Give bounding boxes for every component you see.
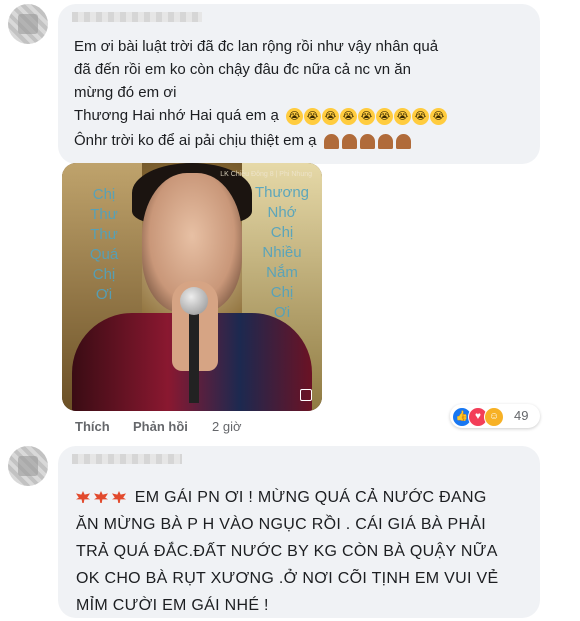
crying-emoji-row: 😭 😭 😭 😭 😭 😭 😭 😭 😭 [286,107,448,125]
reaction-count: 49 [514,408,529,423]
maple-leaf-icon [94,491,108,503]
maple-leaf-icon [76,491,90,503]
loudly-crying-face-icon: 😭 [340,107,357,125]
reactions-summary[interactable]: 👍 ♥ ☺ 49 [450,404,540,428]
comment-text: Thương Hai nhớ Hai quá em ạ [74,107,279,124]
comment-text-line: đã đến rồi em ko còn chậy đâu đc nữa cả … [74,61,411,78]
loudly-crying-face-icon: 😭 [430,107,447,125]
comment-actions: Phản hồi [133,419,188,434]
folded-hands-icon [377,133,393,149]
commenter-name-redacted[interactable] [72,454,182,464]
loudly-crying-face-icon: 😭 [412,107,429,125]
loudly-crying-face-icon: 😭 [322,107,339,125]
timestamp[interactable]: 2 giờ [212,419,242,434]
comment-text-line: MỈM CƯỜI EM GÁI NHÉ ! [76,597,269,614]
loudly-crying-face-icon: 😭 [376,107,393,125]
fullscreen-icon[interactable] [300,389,312,401]
video-attachment[interactable]: Chị Thư Thư Quá Chị Ơi Thương Nhớ Chị Nh… [62,163,322,411]
comment-text-line: TRẢ QUÁ ĐẮC.ĐẤT NƯỚC BY KG CÒN BÀ QUẬY N… [76,543,498,560]
commenter-name-redacted[interactable] [72,12,202,22]
loudly-crying-face-icon: 😭 [286,107,303,125]
care-reaction-icon: ☺ [484,407,504,427]
comment-actions: Thích [75,419,110,434]
loudly-crying-face-icon: 😭 [304,107,321,125]
microphone [180,287,208,315]
folded-hands-icon [395,133,411,149]
comment-text-line: ĂN MỪNG BÀ P H VÀO NGỤC RỒI . CÁI GIÁ BÀ… [76,516,487,533]
avatar[interactable] [8,4,48,44]
maple-leaf-icon [112,491,126,503]
comment-text-line: EM GÁI PN ƠI ! MỪNG QUÁ CẢ NƯỚC ĐANG [76,484,487,511]
avatar[interactable] [8,446,48,486]
video-caption: LK Chiều Đông 8 | Phi Nhung [220,171,312,178]
folded-hands-icon [323,133,339,149]
lyric-overlay-right: Thương Nhớ Chị Nhiều Nắm Chị Ơi [254,184,310,321]
folded-hands-icon [359,133,375,149]
like-link[interactable]: Thích [75,419,110,434]
comment-text-line: OK CHO BÀ RỤT XƯƠNG .Ở NƠI CÕI TỊNH EM V… [76,570,499,587]
comment-text-line: mừng đó em ơi [74,84,177,101]
reply-link[interactable]: Phản hồi [133,419,188,434]
comment-text-line: Em ơi bài luật trời đã đc lan rộng rồi n… [74,38,439,55]
comment-actions: 2 giờ [212,419,242,434]
microphone-stem [189,313,199,403]
comment-text-line: Thương Hai nhớ Hai quá em ạ 😭 😭 😭 😭 😭 😭 😭 😭 😭 [74,107,448,125]
comment-text-line: Ônhr trời ko để ai pải chịu thiệt em ạ [74,132,414,150]
loudly-crying-face-icon: 😭 [358,107,375,125]
folded-hands-icon [341,133,357,149]
folded-hands-row [323,132,414,150]
loudly-crying-face-icon: 😭 [394,107,411,125]
comment-text: EM GÁI PN ƠI ! MỪNG QUÁ CẢ NƯỚC ĐANG [134,489,487,506]
comment-text: Ônhr trời ko để ai pải chịu thiệt em ạ [74,132,317,149]
lyric-overlay-left: Chị Thư Thư Quá Chị Ơi [89,186,119,303]
